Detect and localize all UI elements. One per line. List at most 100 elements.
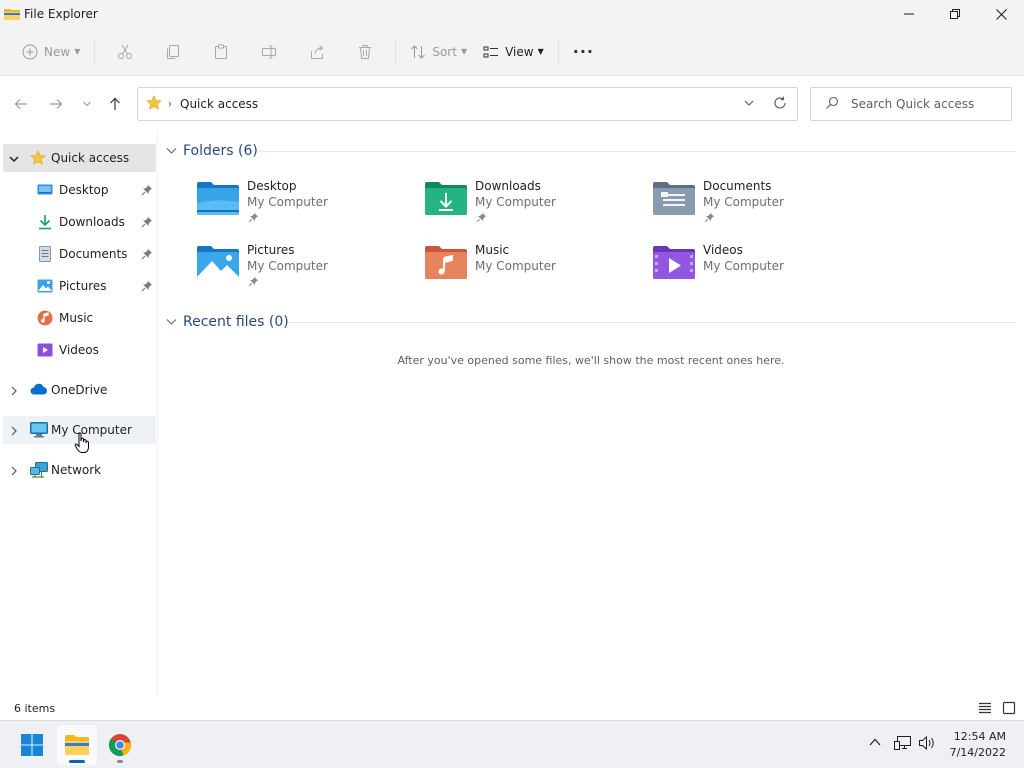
chevron-right-icon[interactable] [9, 425, 19, 439]
sort-button[interactable]: Sort ▼ [402, 36, 475, 68]
network-status-button[interactable] [894, 735, 912, 754]
details-view-button[interactable] [978, 701, 992, 718]
cut-button[interactable] [101, 36, 149, 68]
large-icons-view-button[interactable] [1002, 701, 1016, 718]
clock-time: 12:54 AM [953, 730, 1006, 743]
clipboard-icon [215, 44, 228, 59]
video-icon [37, 342, 53, 361]
section-divider [288, 322, 1016, 323]
sidebar-item-documents[interactable]: Documents [3, 240, 156, 268]
forward-button[interactable] [45, 93, 67, 115]
breadcrumb-chevron-icon[interactable]: › [168, 99, 172, 110]
taskbar-chrome-button[interactable] [100, 725, 140, 765]
documents-folder-icon [652, 180, 696, 219]
recent-files-section-header[interactable]: Recent files (0) [166, 314, 289, 330]
arrow-left-icon [14, 99, 27, 109]
sidebar-item-label: My Computer [51, 423, 132, 437]
folder-tile-desktop[interactable]: Desktop My Computer [158, 174, 378, 230]
chevron-down-icon [83, 101, 91, 107]
share-icon [311, 44, 324, 59]
sidebar-item-downloads[interactable]: Downloads [3, 208, 156, 236]
folder-location: My Computer [703, 259, 784, 273]
breadcrumb-quick-access[interactable]: Quick access [180, 97, 258, 111]
share-button[interactable] [293, 36, 341, 68]
item-count: 6 items [14, 702, 56, 715]
folder-location: My Computer [703, 195, 784, 209]
active-indicator [69, 760, 85, 763]
folder-name: Downloads [475, 179, 541, 193]
volume-button[interactable] [918, 735, 936, 754]
sidebar-item-label: Documents [59, 247, 128, 261]
folder-location: My Computer [247, 195, 328, 209]
minimize-icon [904, 13, 914, 15]
folder-name: Music [475, 243, 510, 257]
address-dropdown-button[interactable] [743, 97, 755, 112]
download-icon [37, 214, 53, 233]
sidebar-item-pictures[interactable]: Pictures [3, 272, 156, 300]
folder-name: Documents [703, 179, 772, 193]
mouse-cursor-hand-icon [74, 432, 90, 457]
restore-button[interactable] [932, 0, 978, 28]
scissors-icon [118, 44, 133, 59]
sidebar-item-onedrive[interactable]: OneDrive [3, 376, 156, 404]
picture-icon [37, 278, 53, 297]
downloads-folder-icon [424, 180, 468, 219]
sidebar-item-music[interactable]: Music [3, 304, 156, 332]
folder-tile-videos[interactable]: Videos My Computer [614, 238, 834, 294]
rename-button[interactable] [245, 36, 293, 68]
taskbar-clock: 12:54 AM 7/14/2022 [950, 729, 1006, 761]
chevron-down-icon [166, 319, 177, 325]
file-explorer-icon [4, 7, 20, 21]
back-button[interactable] [10, 93, 32, 115]
view-list-icon [483, 46, 499, 57]
paste-button[interactable] [197, 36, 245, 68]
folder-tile-pictures[interactable]: Pictures My Computer [158, 238, 378, 294]
recent-locations-button[interactable] [76, 93, 98, 115]
videos-folder-icon [652, 244, 696, 283]
folders-heading: Folders (6) [183, 143, 258, 159]
sidebar-item-quick-access[interactable]: Quick access [3, 144, 156, 172]
chevron-right-icon[interactable] [9, 385, 19, 399]
close-button[interactable] [978, 0, 1024, 28]
close-icon [995, 8, 1007, 20]
ellipsis-icon: ··· [572, 42, 594, 61]
up-button[interactable] [104, 93, 126, 115]
folder-tile-documents[interactable]: Documents My Computer [614, 174, 834, 230]
sidebar-item-desktop[interactable]: Desktop [3, 176, 156, 204]
view-button[interactable]: View ▼ [475, 36, 552, 68]
desktop-folder-icon [196, 180, 240, 219]
more-options-button[interactable]: ··· [565, 36, 602, 68]
recent-files-heading: Recent files (0) [183, 314, 289, 330]
search-input[interactable]: Search Quick access [810, 87, 1012, 121]
window-title: File Explorer [24, 7, 98, 21]
new-button[interactable]: New ▼ [14, 36, 88, 68]
refresh-button[interactable] [773, 96, 787, 113]
sidebar-item-label: Pictures [59, 279, 107, 293]
chevron-down-icon[interactable] [9, 153, 19, 167]
arrow-up-icon [110, 97, 120, 110]
taskbar: 12:54 AM 7/14/2022 [0, 720, 1024, 768]
pin-icon [248, 212, 259, 226]
delete-button[interactable] [341, 36, 389, 68]
star-icon [146, 94, 162, 114]
folder-name: Pictures [247, 243, 295, 257]
chevron-right-icon[interactable] [9, 465, 19, 479]
arrow-right-icon [50, 99, 63, 109]
address-bar[interactable]: › Quick access [137, 87, 798, 121]
pin-icon [141, 280, 153, 295]
sidebar-item-videos[interactable]: Videos [3, 336, 156, 364]
sidebar-item-network[interactable]: Network [3, 456, 156, 484]
copy-button[interactable] [149, 36, 197, 68]
folder-location: My Computer [247, 259, 328, 273]
folder-tile-downloads[interactable]: Downloads My Computer [386, 174, 606, 230]
network-icon [30, 462, 48, 481]
minimize-button[interactable] [886, 0, 932, 28]
computer-icon [30, 422, 48, 441]
folder-tile-music[interactable]: Music My Computer [386, 238, 606, 294]
sidebar-item-label: Network [51, 463, 102, 477]
show-hidden-icons-button[interactable] [868, 735, 882, 752]
taskbar-file-explorer-button[interactable] [57, 725, 97, 765]
speaker-icon [919, 735, 934, 751]
folders-section-header[interactable]: Folders (6) [166, 143, 258, 159]
start-button[interactable] [12, 725, 52, 765]
